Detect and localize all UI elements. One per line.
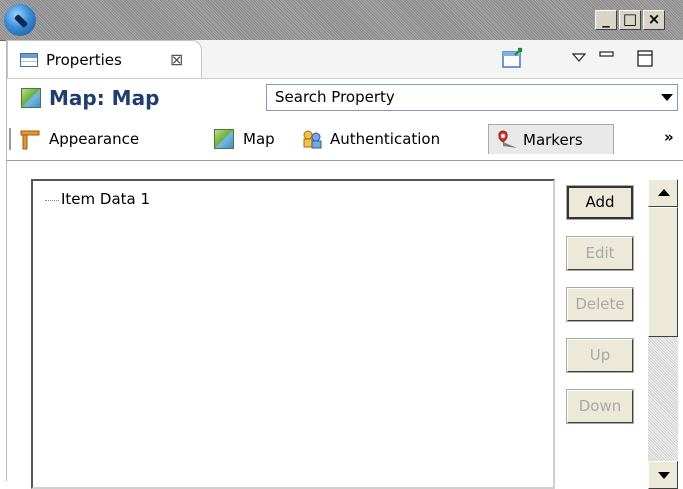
- scrollbar-thumb[interactable]: [648, 207, 678, 337]
- tab-appearance-label: Appearance: [49, 130, 140, 148]
- strip-separator: [9, 128, 11, 150]
- properties-header: Map: Map Search Property: [7, 78, 683, 118]
- tab-appearance[interactable]: Appearance: [17, 124, 199, 154]
- tree-connector: [45, 200, 59, 201]
- tab-map[interactable]: Map: [210, 124, 284, 154]
- add-button[interactable]: Add: [566, 185, 634, 220]
- appearance-icon: [20, 130, 40, 150]
- map-icon: [21, 88, 41, 108]
- edit-button[interactable]: Edit: [566, 236, 634, 271]
- window-minimize-button[interactable]: _: [595, 10, 617, 30]
- vertical-scrollbar[interactable]: [648, 179, 678, 489]
- map-icon: [214, 129, 234, 149]
- markers-panel: Item Data 1 Add Edit Delete Up Down: [7, 160, 683, 489]
- tab-authentication-label: Authentication: [330, 130, 441, 148]
- up-button[interactable]: Up: [566, 338, 634, 373]
- window-title-bar: _ □ ×: [0, 0, 683, 41]
- chevron-down-icon[interactable]: [661, 94, 673, 101]
- item-data-list[interactable]: Item Data 1: [31, 179, 555, 489]
- arrow-down-icon: [658, 472, 670, 479]
- tab-overflow-chevron[interactable]: »: [664, 128, 674, 146]
- view-tab-row: Properties ⊠: [7, 40, 683, 79]
- tab-authentication[interactable]: Authentication: [297, 124, 485, 154]
- search-property-text: Search Property: [275, 88, 395, 106]
- tab-properties[interactable]: Properties ⊠: [7, 40, 202, 78]
- application-icon: [4, 4, 36, 36]
- property-tab-strip: Appearance Map Authentication Markers »: [7, 118, 683, 160]
- view-menu-icon[interactable]: [567, 46, 591, 70]
- delete-button[interactable]: Delete: [566, 287, 634, 322]
- tab-map-label: Map: [243, 130, 275, 148]
- list-item[interactable]: Item Data 1: [61, 190, 150, 208]
- window-close-button[interactable]: ×: [643, 10, 665, 30]
- page-title: Map: Map: [49, 86, 160, 110]
- window-maximize-button[interactable]: □: [619, 10, 641, 30]
- tab-properties-label: Properties: [46, 51, 122, 69]
- marker-icon: [498, 130, 517, 148]
- pin-editor-icon[interactable]: [501, 46, 525, 70]
- tab-markers-label: Markers: [523, 131, 583, 149]
- tab-close-icon[interactable]: ⊠: [170, 50, 183, 69]
- tab-markers[interactable]: Markers: [488, 124, 614, 154]
- maximize-icon[interactable]: [633, 46, 657, 70]
- arrow-up-icon: [658, 189, 670, 196]
- down-button[interactable]: Down: [566, 389, 634, 424]
- scroll-up-button[interactable]: [648, 179, 678, 207]
- minimize-icon[interactable]: [595, 46, 619, 70]
- properties-icon: [20, 53, 38, 67]
- authentication-icon: [303, 130, 322, 149]
- scroll-down-button[interactable]: [648, 461, 678, 489]
- search-property-combo[interactable]: Search Property: [266, 84, 678, 111]
- properties-view: Properties ⊠ Map: Map Search Property Ap…: [6, 40, 683, 489]
